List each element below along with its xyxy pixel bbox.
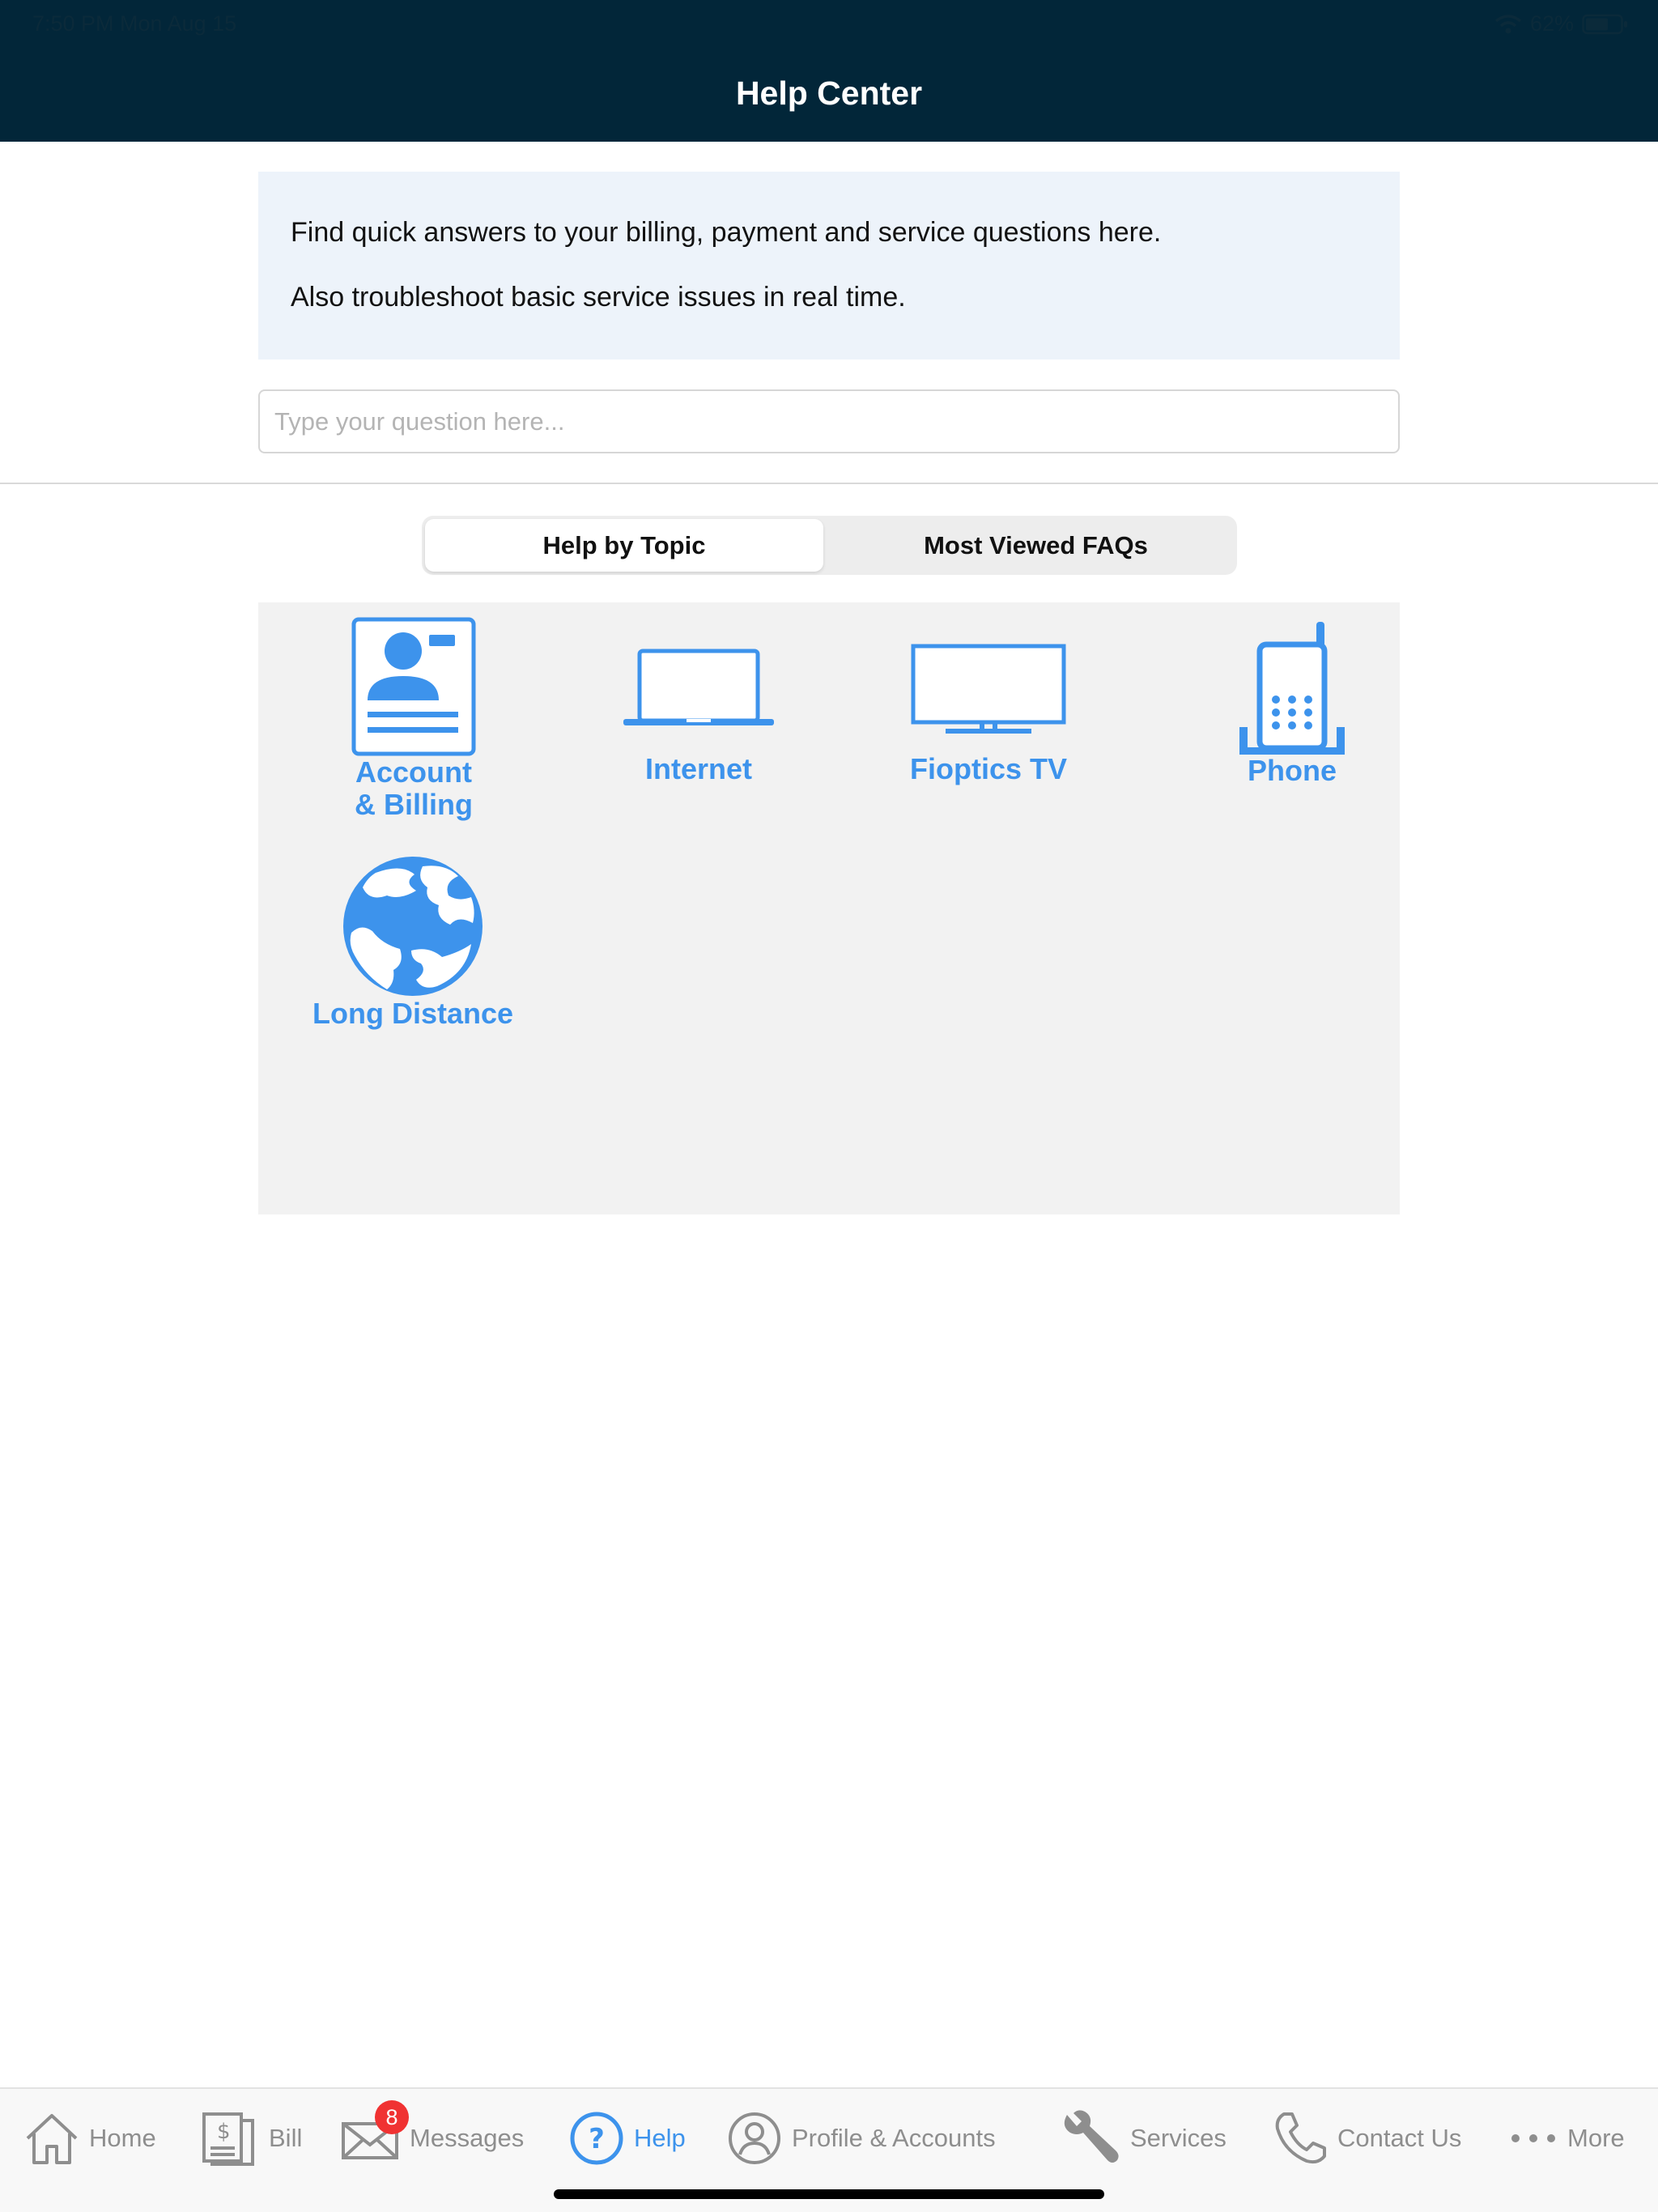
tab-contact-us[interactable]: Contact Us [1273, 2110, 1461, 2167]
cordless-phone-icon [1239, 622, 1345, 755]
topic-phone[interactable]: Phone [1187, 620, 1397, 787]
tab-label: Bill [269, 2124, 303, 2152]
user-circle-icon [729, 2112, 780, 2164]
tab-label: Profile & Accounts [792, 2124, 996, 2152]
tab-most-viewed-faqs[interactable]: Most Viewed FAQs [838, 519, 1234, 572]
divider [0, 483, 1658, 484]
topic-internet[interactable]: Internet [585, 648, 812, 785]
topic-label: Phone [1247, 754, 1337, 787]
topic-label: Long Distance [312, 997, 514, 1030]
tab-label: More [1567, 2124, 1625, 2152]
intro-box: Find quick answers to your billing, paym… [258, 172, 1400, 359]
topic-segmented-control: Help by Topic Most Viewed FAQs [422, 516, 1237, 575]
tab-label: Contact Us [1337, 2124, 1462, 2152]
status-time: 7:50 PM Mon Aug 15 [32, 11, 237, 36]
tab-more[interactable]: More [1509, 2110, 1625, 2167]
search-input[interactable] [258, 389, 1400, 453]
more-dots-icon [1511, 2134, 1555, 2142]
tab-home[interactable]: Home [24, 2110, 156, 2167]
topic-label: Fioptics TV [909, 752, 1067, 785]
home-icon [26, 2114, 78, 2164]
tab-services[interactable]: Services [1061, 2110, 1226, 2167]
topic-account-billing[interactable]: Account & Billing [307, 617, 521, 821]
bill-icon: $ [202, 2112, 254, 2166]
intro-line-1: Find quick answers to your billing, paym… [291, 217, 1162, 248]
svg-text:?: ? [589, 2123, 605, 2155]
home-indicator [554, 2189, 1104, 2199]
tab-profile-accounts[interactable]: Profile & Accounts [727, 2110, 996, 2167]
tab-help-by-topic[interactable]: Help by Topic [425, 519, 823, 572]
topic-label: Account [355, 755, 472, 789]
wifi-icon [1494, 14, 1522, 33]
tab-messages[interactable]: 8 Messages [340, 2100, 525, 2167]
status-indicators: 62% [1494, 11, 1629, 36]
topic-long-distance[interactable]: Long Distance [279, 855, 546, 1030]
phone-handset-icon [1275, 2112, 1326, 2164]
messages-badge: 8 [375, 2100, 409, 2134]
topic-label: Internet [644, 752, 752, 785]
help-question-icon: ? [570, 2112, 623, 2165]
tab-help[interactable]: ? Help [569, 2110, 686, 2167]
wrench-icon [1064, 2110, 1119, 2163]
tab-label: Messages [410, 2124, 525, 2152]
globe-icon [343, 857, 483, 996]
tab-bill[interactable]: $ Bill [199, 2110, 302, 2167]
tab-label: Services [1130, 2124, 1226, 2152]
topic-grid: Account & Billing Internet Fioptics TV P… [258, 602, 1400, 1214]
laptop-icon [623, 649, 774, 725]
tv-icon [911, 644, 1066, 734]
battery-percent: 62% [1529, 11, 1574, 36]
page-title: Help Center [735, 74, 923, 112]
tab-label: Help [634, 2124, 686, 2152]
topic-fioptics-tv[interactable]: Fioptics TV [871, 643, 1106, 785]
tab-label: Home [89, 2124, 156, 2152]
battery-icon [1582, 14, 1627, 34]
app-header: 7:50 PM Mon Aug 15 62% Help Center [0, 0, 1658, 142]
svg-text:$: $ [217, 2120, 231, 2144]
account-card-icon [351, 617, 476, 756]
topic-label: & Billing [355, 788, 473, 821]
intro-line-2: Also troubleshoot basic service issues i… [291, 282, 906, 313]
